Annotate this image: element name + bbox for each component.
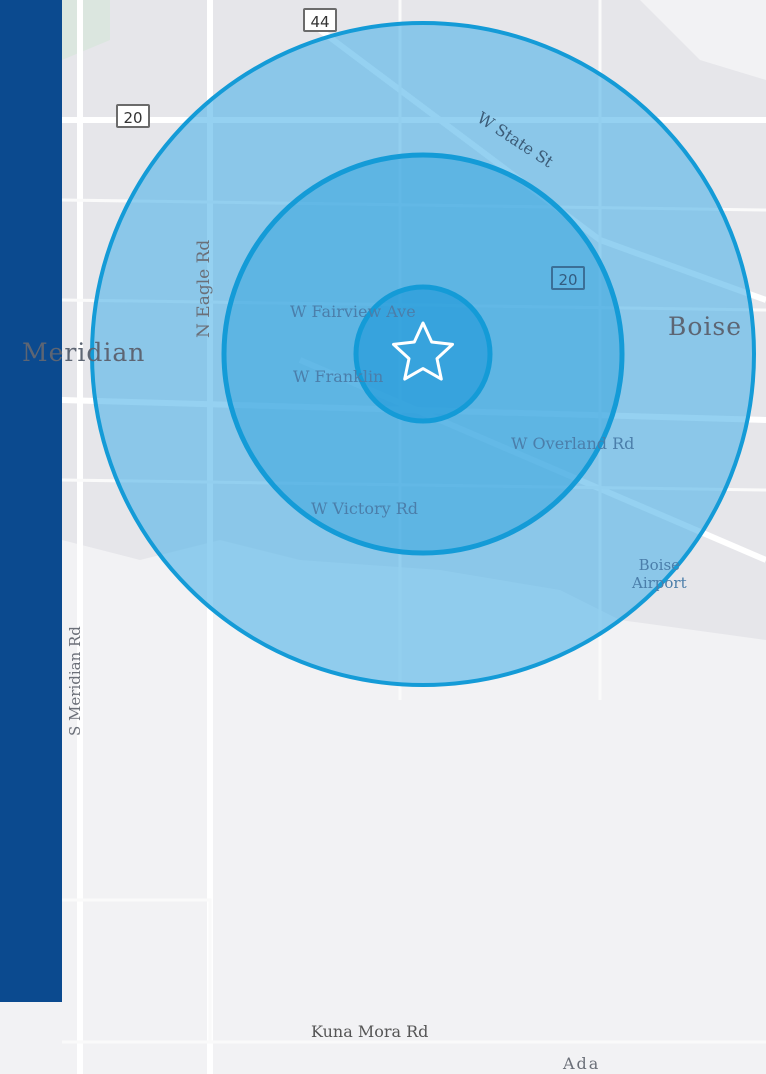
- road-label-kuna-mora-rd: Kuna Mora Rd: [311, 1022, 429, 1041]
- poi-label-line-1: Boise: [638, 556, 681, 574]
- road-label-w-franklin-rd: W Franklin: [293, 367, 384, 386]
- route-shield-44: 44: [303, 8, 337, 32]
- map-canvas[interactable]: 44 20 20 Meridian Boise Ada W State St N…: [0, 0, 766, 1074]
- city-label-boise: Boise: [668, 312, 743, 341]
- road-label-w-fairview-ave: W Fairview Ave: [290, 302, 416, 321]
- route-shield-20-inner: 20: [551, 266, 585, 290]
- road-label-w-overland-rd: W Overland Rd: [511, 434, 635, 453]
- road-label-n-eagle-rd: N Eagle Rd: [194, 239, 214, 338]
- road-label-s-meridian-rd: S Meridian Rd: [66, 626, 84, 736]
- sidebar-panel: [0, 0, 62, 1002]
- city-label-meridian: Meridian: [22, 338, 146, 367]
- poi-label-line-2: Airport: [632, 574, 687, 592]
- basemap: [0, 0, 766, 1074]
- county-label-ada: Ada: [563, 1054, 601, 1073]
- poi-label-boise-airport: Boise Airport: [632, 556, 687, 592]
- road-label-w-victory-rd: W Victory Rd: [311, 499, 419, 518]
- route-shield-20: 20: [116, 104, 150, 128]
